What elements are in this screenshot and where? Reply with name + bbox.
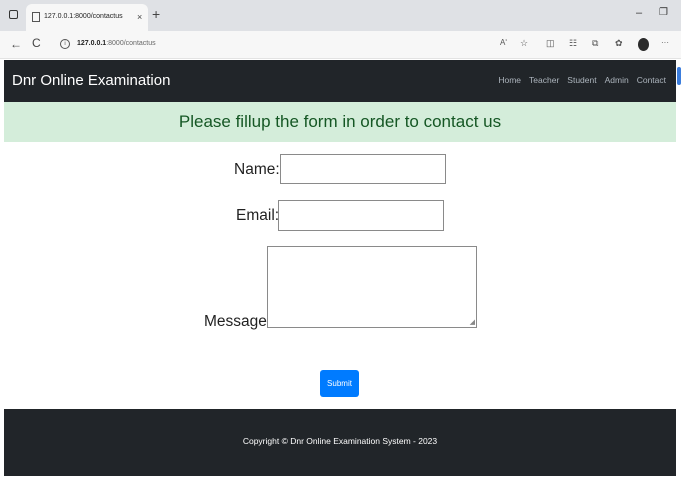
- tab-actions-icon[interactable]: [9, 10, 18, 19]
- contact-banner: Please fillup the form in order to conta…: [4, 102, 676, 142]
- reload-button[interactable]: C: [32, 36, 41, 50]
- copilot-icon[interactable]: ✿: [615, 38, 623, 49]
- navbar-brand[interactable]: Dnr Online Examination: [12, 72, 170, 89]
- collections-icon[interactable]: ☷: [569, 38, 577, 49]
- url-field[interactable]: i 127.0.0.1:8000/contactus: [50, 34, 490, 54]
- tab-close-icon[interactable]: ×: [137, 12, 142, 22]
- profile-avatar[interactable]: [638, 38, 649, 51]
- split-screen-icon[interactable]: ◫: [546, 38, 555, 49]
- favorites-icon[interactable]: ☆: [520, 38, 528, 49]
- submit-button[interactable]: Submit: [320, 370, 359, 397]
- resize-handle-icon[interactable]: ◢: [470, 319, 475, 326]
- nav-link-admin[interactable]: Admin: [605, 75, 629, 85]
- tab-title: 127.0.0.1:8000/contactus: [44, 13, 123, 20]
- extensions-icon[interactable]: ⧉: [592, 38, 598, 49]
- nav-link-contact[interactable]: Contact: [637, 75, 666, 85]
- back-button[interactable]: ←: [10, 37, 22, 51]
- name-input[interactable]: [280, 154, 446, 184]
- banner-text: Please fillup the form in order to conta…: [178, 112, 502, 131]
- url-host: 127.0.0.1: [77, 40, 107, 47]
- read-aloud-icon[interactable]: Aʹ: [500, 38, 507, 47]
- minimize-button[interactable]: –: [636, 7, 642, 19]
- url-text: 127.0.0.1:8000/contactus: [77, 40, 156, 47]
- restore-button[interactable]: ❐: [659, 7, 668, 18]
- nav-link-home[interactable]: Home: [498, 75, 521, 85]
- site-navbar: Dnr Online Examination Home Teacher Stud…: [4, 60, 676, 102]
- name-label: Name:: [234, 161, 280, 178]
- email-input[interactable]: [278, 200, 444, 231]
- nav-links: Home Teacher Student Admin Contact: [498, 75, 666, 85]
- browser-tab[interactable]: 127.0.0.1:8000/contactus ×: [26, 4, 148, 31]
- address-bar: ← C i 127.0.0.1:8000/contactus Aʹ ☆ ◫ ☷ …: [0, 31, 681, 85]
- page-icon: [32, 12, 40, 22]
- nav-link-teacher[interactable]: Teacher: [529, 75, 559, 85]
- browser-tab-strip: 127.0.0.1:8000/contactus × + – ❐: [0, 0, 681, 31]
- footer-copyright: Copyright © Dnr Online Examination Syste…: [242, 436, 438, 446]
- nav-link-student[interactable]: Student: [567, 75, 596, 85]
- new-tab-button[interactable]: +: [152, 6, 160, 22]
- email-label: Email:: [236, 207, 280, 224]
- site-info-icon[interactable]: i: [60, 39, 70, 49]
- site-footer: Copyright © Dnr Online Examination Syste…: [4, 409, 676, 476]
- more-icon[interactable]: ···: [661, 38, 669, 47]
- message-textarea[interactable]: ◢: [267, 246, 477, 328]
- url-path: :8000/contactus: [106, 40, 156, 47]
- message-label: Message:: [204, 313, 272, 330]
- sidebar-toggle[interactable]: [677, 67, 681, 85]
